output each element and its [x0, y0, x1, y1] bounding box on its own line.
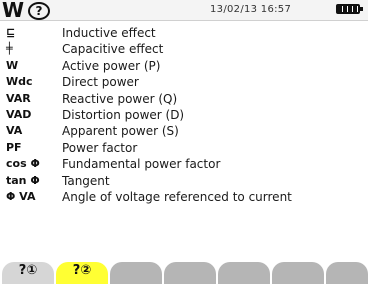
power-mode-icon[interactable]: W: [2, 0, 24, 20]
battery-icon: [336, 4, 363, 14]
legend-label: Power factor: [62, 140, 138, 155]
legend-symbol: tan Φ: [6, 173, 40, 187]
legend-label: Angle of voltage referenced to current: [62, 189, 292, 204]
legend-symbol: PF: [6, 140, 22, 154]
date-time: 13/02/13 16:57: [210, 4, 292, 15]
legend-row: ⊑ Inductive effect: [0, 25, 368, 41]
empty-tab[interactable]: [218, 262, 270, 284]
legend-label: Tangent: [62, 173, 110, 188]
legend-row: tan Φ Tangent: [0, 173, 368, 189]
legend-row: Φ VA Angle of voltage referenced to curre…: [0, 189, 368, 205]
legend-row: VAD Distortion power (D): [0, 107, 368, 123]
status-bar: W ? 13/02/13 16:57: [0, 0, 368, 21]
legend-row: cos Φ Fundamental power factor: [0, 156, 368, 172]
legend-row: VA Apparent power (S): [0, 123, 368, 139]
legend-symbol: ⊑: [6, 26, 16, 39]
legend-label: Capacitive effect: [62, 42, 164, 57]
legend-row: VAR Reactive power (Q): [0, 91, 368, 107]
legend-symbol: Wdc: [6, 75, 33, 89]
legend-row: W Active power (P): [0, 58, 368, 74]
empty-tab[interactable]: [326, 262, 368, 284]
legend-label: Direct power: [62, 75, 139, 90]
legend-symbol: Φ VA: [6, 189, 36, 203]
softkey-tab-bar: ?① ?②: [0, 262, 368, 284]
empty-tab[interactable]: [272, 262, 324, 284]
legend-symbol: VAD: [6, 107, 32, 121]
help-page-2-tab[interactable]: ?②: [56, 262, 108, 284]
legend-label: Active power (P): [62, 58, 161, 73]
legend-label: Reactive power (Q): [62, 91, 178, 106]
symbol-legend-list: ⊑ Inductive effect ╪ Capacitive effect W Ac…: [0, 25, 368, 205]
legend-symbol: VAR: [6, 91, 31, 105]
empty-tab[interactable]: [110, 262, 162, 284]
legend-symbol: cos Φ: [6, 157, 40, 171]
legend-label: Apparent power (S): [62, 124, 179, 139]
legend-label: Inductive effect: [62, 26, 156, 40]
legend-symbol: ╪: [6, 42, 13, 56]
legend-label: Fundamental power factor: [62, 157, 221, 172]
legend-label: Distortion power (D): [62, 107, 185, 122]
help-page-1-tab[interactable]: ?①: [2, 262, 54, 284]
help-icon[interactable]: ?: [28, 2, 50, 20]
legend-symbol: W: [6, 58, 19, 72]
legend-row: Wdc Direct power: [0, 74, 368, 90]
legend-row: PF Power factor: [0, 140, 368, 156]
empty-tab[interactable]: [164, 262, 216, 284]
legend-symbol: VA: [6, 124, 23, 138]
legend-row: ╪ Capacitive effect: [0, 41, 368, 57]
